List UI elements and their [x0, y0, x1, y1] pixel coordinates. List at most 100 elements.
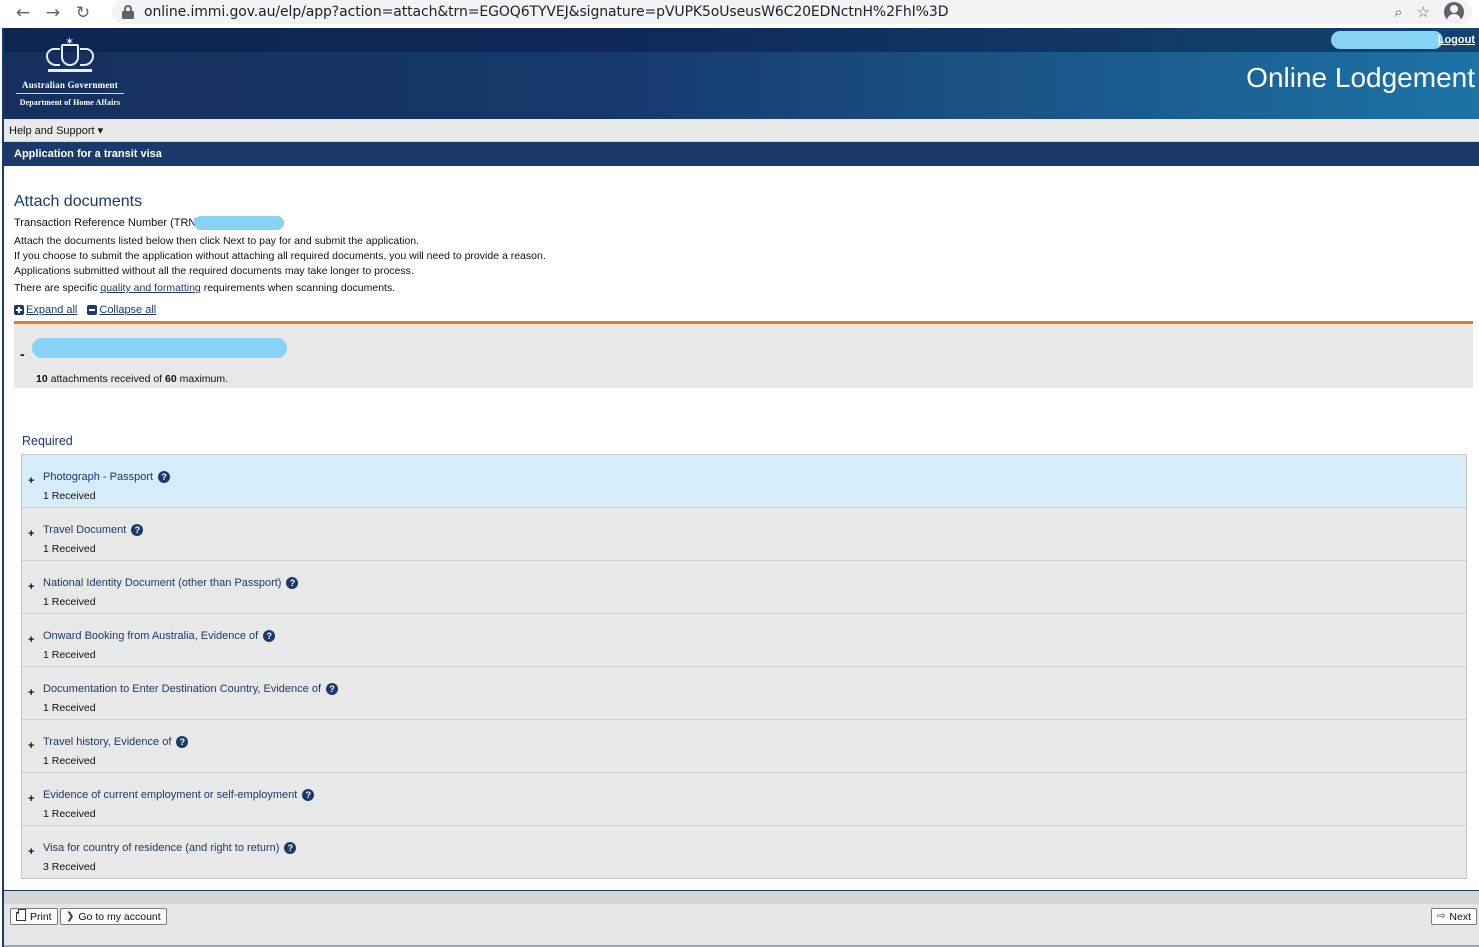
document-row[interactable]: + Documentation to Enter Destination Cou… [22, 667, 1466, 720]
expand-plus-icon[interactable]: + [28, 846, 34, 858]
expand-all-link[interactable]: Expand all [14, 304, 77, 316]
help-question-icon[interactable]: ? [326, 683, 339, 695]
received-count: 1 Received [43, 596, 96, 608]
received-count: 1 Received [43, 649, 96, 661]
help-question-icon[interactable]: ? [302, 789, 315, 801]
application-type-title: Application for a transit visa [14, 148, 162, 160]
address-bar[interactable]: online.immi.gov.au/elp/app?action=attach… [112, 0, 1472, 24]
redacted-trn [194, 216, 284, 230]
chevron-right-icon: ❯ [66, 911, 75, 922]
back-arrow-icon[interactable]: ← [8, 2, 38, 24]
profile-avatar-icon[interactable] [1444, 2, 1464, 22]
help-question-icon[interactable]: ? [284, 842, 297, 854]
help-question-icon[interactable]: ? [158, 471, 171, 483]
main-content: Attach documents Transaction Reference N… [4, 166, 1479, 890]
browser-toolbar: ← → ↻ online.immi.gov.au/elp/app?action=… [0, 0, 1479, 26]
attachments-received-count: 10 [36, 373, 48, 385]
document-title[interactable]: Travel Document [43, 524, 126, 536]
required-documents-list: + Photograph - Passport? 1 Received + Tr… [21, 454, 1467, 879]
next-arrow-icon: ⇨ [1437, 911, 1446, 922]
document-title[interactable]: Photograph - Passport [43, 471, 153, 483]
expand-plus-icon[interactable]: + [28, 740, 34, 752]
expand-all-label: Expand all [26, 304, 78, 316]
intro-text-3: Applications submitted without all the r… [14, 265, 414, 277]
document-title[interactable]: Visa for country of residence (and right… [43, 842, 279, 854]
gov-logo: ✶ Australian Government Department of Ho… [14, 35, 126, 108]
expand-plus-icon[interactable]: + [28, 793, 34, 805]
menu-bar: Help and Support ▾ [4, 119, 1479, 142]
go-to-account-label: Go to my account [78, 910, 161, 923]
redacted-applicant-name [32, 338, 287, 358]
site-header: ✶ Australian Government Department of Ho… [4, 28, 1479, 119]
expand-plus-icon [14, 305, 24, 315]
next-label: Next [1449, 910, 1471, 923]
required-heading: Required [22, 434, 73, 448]
document-row[interactable]: + Onward Booking from Australia, Evidenc… [22, 614, 1466, 667]
intro-text-1: Attach the documents listed below then c… [14, 235, 420, 247]
section-bar: Application for a transit visa [4, 142, 1479, 166]
help-support-menu[interactable]: Help and Support ▾ [9, 124, 103, 137]
footer-toolbar: Print ❯ Go to my account ⇨ Next [4, 891, 1479, 947]
attachments-count-end: maximum. [176, 373, 229, 385]
print-button[interactable]: Print [10, 908, 58, 925]
applicant-collapse-toggle[interactable]: - [20, 346, 25, 362]
bookmark-star-icon[interactable]: ☆ [1417, 3, 1430, 21]
help-question-icon[interactable]: ? [131, 524, 144, 536]
help-question-icon[interactable]: ? [176, 736, 189, 748]
expand-plus-icon[interactable]: + [28, 687, 34, 699]
document-row[interactable]: + Evidence of current employment or self… [22, 773, 1466, 826]
document-row[interactable]: + National Identity Document (other than… [22, 561, 1466, 614]
received-count: 1 Received [43, 755, 96, 767]
application-frame: ✶ Australian Government Department of Ho… [2, 28, 1479, 947]
received-count: 1 Received [43, 543, 96, 555]
collapse-minus-icon [87, 305, 98, 315]
zoom-icon[interactable]: ⌕ [1394, 3, 1402, 21]
document-title[interactable]: Travel history, Evidence of [43, 736, 171, 748]
intro-text-2: If you choose to submit the application … [14, 250, 546, 262]
url-text[interactable]: online.immi.gov.au/elp/app?action=attach… [144, 4, 948, 20]
page-title: Attach documents [14, 193, 143, 210]
dept-name: Department of Home Affairs [19, 98, 121, 107]
gov-name: Australian Government [22, 80, 118, 90]
applicant-panel: - 10 attachments received of 60 maximum. [14, 321, 1473, 388]
footer-top-band [4, 891, 1479, 904]
document-row[interactable]: + Travel Document? 1 Received [22, 508, 1466, 561]
intro-text-4-post: requirements when scanning documents. [200, 282, 396, 294]
intro-text-4: There are specific quality and formattin… [14, 282, 395, 294]
received-count: 1 Received [43, 808, 96, 820]
print-label: Print [30, 910, 52, 923]
document-title[interactable]: Onward Booking from Australia, Evidence … [43, 630, 258, 642]
expand-plus-icon[interactable]: + [28, 475, 34, 487]
header-top-strip [4, 28, 1479, 52]
lock-icon [122, 5, 134, 19]
go-to-account-button[interactable]: ❯ Go to my account [60, 908, 167, 925]
help-question-icon[interactable]: ? [263, 630, 276, 642]
coat-of-arms-icon: ✶ [42, 35, 98, 76]
expand-plus-icon[interactable]: + [28, 634, 34, 646]
document-title[interactable]: National Identity Document (other than P… [43, 577, 281, 589]
received-count: 1 Received [43, 702, 96, 714]
attachment-count: 10 attachments received of 60 maximum. [36, 373, 228, 385]
expand-collapse-controls: Expand all Collapse all [14, 304, 156, 316]
printer-icon [16, 909, 26, 921]
trn-label: Transaction Reference Number (TRN) [14, 217, 201, 229]
document-row[interactable]: + Photograph - Passport? 1 Received [22, 455, 1466, 508]
document-title[interactable]: Documentation to Enter Destination Count… [43, 683, 321, 695]
expand-plus-icon[interactable]: + [28, 528, 34, 540]
document-row[interactable]: + Travel history, Evidence of? 1 Receive… [22, 720, 1466, 773]
document-row[interactable]: + Visa for country of residence (and rig… [22, 826, 1466, 878]
attachments-maximum: 60 [165, 373, 177, 385]
quality-formatting-link[interactable]: quality and formatting [100, 282, 200, 294]
received-count: 1 Received [43, 490, 96, 502]
document-title[interactable]: Evidence of current employment or self-e… [43, 789, 297, 801]
intro-text-4-pre: There are specific [14, 282, 101, 294]
collapse-all-link[interactable]: Collapse all [87, 304, 156, 316]
attachments-count-mid: attachments received of [47, 373, 165, 385]
expand-plus-icon[interactable]: + [28, 581, 34, 593]
next-button[interactable]: ⇨ Next [1431, 908, 1477, 925]
help-question-icon[interactable]: ? [286, 577, 299, 589]
redacted-username [1331, 31, 1443, 49]
logout-link[interactable]: Logout [1438, 34, 1475, 46]
reload-icon[interactable]: ↻ [68, 2, 98, 24]
forward-arrow-icon[interactable]: → [38, 2, 68, 24]
